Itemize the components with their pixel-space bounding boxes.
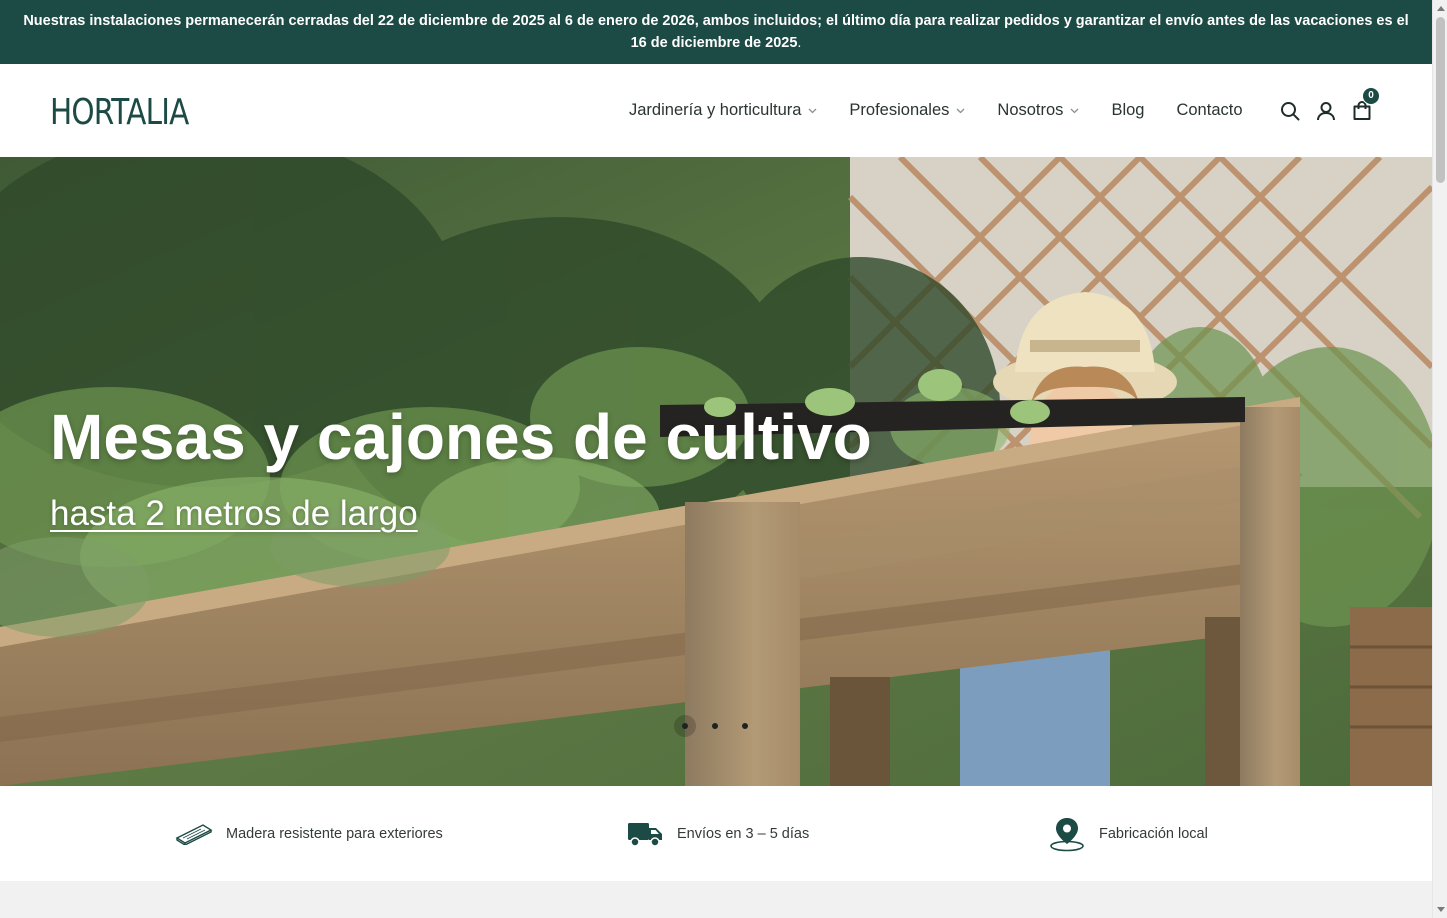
nav-item-blog[interactable]: Blog (1111, 101, 1144, 120)
chevron-down-icon (807, 106, 817, 116)
nav-item-profesionales[interactable]: Profesionales (849, 101, 965, 120)
nav-label-profesionales: Profesionales (849, 101, 950, 119)
chevron-down-icon (1069, 106, 1079, 116)
features-bar: Madera resistente para exteriores Envíos… (0, 786, 1432, 881)
scroll-down-arrow[interactable] (1436, 905, 1445, 914)
slide-dot-3[interactable] (734, 715, 756, 737)
nav-label-nosotros: Nosotros (997, 101, 1064, 119)
truck-icon (625, 814, 665, 854)
header-actions: 0 (1279, 64, 1380, 157)
feature-label: Madera resistente para exteriores (226, 825, 443, 842)
chevron-down-icon (955, 106, 965, 116)
slide-dot-1[interactable] (674, 715, 696, 737)
nav-label-blog: Blog (1111, 101, 1145, 119)
feature-wood: Madera resistente para exteriores (174, 786, 443, 881)
feature-local: Fabricación local (1047, 786, 1208, 881)
announcement-period: . (797, 35, 802, 51)
announcement-bar: Nuestras instalaciones permanecerán cerr… (0, 0, 1432, 64)
page: Nuestras instalaciones permanecerán cerr… (0, 0, 1432, 918)
feature-shipping: Envíos en 3 – 5 días (625, 786, 809, 881)
page-scrollbar[interactable] (1432, 0, 1447, 918)
announcement-text: Nuestras instalaciones permanecerán cerr… (21, 10, 1411, 54)
location-pin-icon (1047, 814, 1087, 854)
slide-dot-2[interactable] (704, 715, 726, 737)
hero-title: Mesas y cajones de cultivo (50, 401, 872, 473)
logo-wordmark: HORTALIA (50, 91, 190, 131)
scrollbar-thumb[interactable] (1436, 17, 1445, 183)
feature-label: Fabricación local (1099, 825, 1208, 842)
wood-plank-icon (174, 814, 214, 854)
site-header: HORTALIA Jardinería y horticultura Profe… (0, 64, 1432, 157)
feature-label: Envíos en 3 – 5 días (677, 825, 810, 842)
cart-icon[interactable]: 0 (1351, 86, 1380, 122)
search-icon[interactable] (1279, 100, 1301, 122)
cart-count-badge: 0 (1362, 86, 1380, 105)
account-icon[interactable] (1315, 100, 1337, 122)
hero-link[interactable]: hasta 2 metros de largo (50, 494, 418, 534)
announcement-message: Nuestras instalaciones permanecerán cerr… (23, 13, 1409, 51)
slider-pagination (674, 715, 764, 737)
nav-item-jardineria[interactable]: Jardinería y horticultura (629, 101, 817, 120)
next-section (0, 881, 1432, 918)
scroll-up-arrow[interactable] (1436, 4, 1445, 13)
main-nav: Jardinería y horticultura Profesionales … (629, 64, 1243, 157)
logo-text: HORTALIA (50, 91, 190, 131)
site-logo[interactable]: HORTALIA (50, 91, 190, 131)
nav-item-contacto[interactable]: Contacto (1176, 101, 1242, 120)
hero-slider: Mesas y cajones de cultivo hasta 2 metro… (0, 157, 1432, 786)
nav-label-contacto: Contacto (1176, 101, 1243, 119)
nav-label-jardineria: Jardinería y horticultura (629, 101, 802, 119)
nav-item-nosotros[interactable]: Nosotros (997, 101, 1079, 120)
